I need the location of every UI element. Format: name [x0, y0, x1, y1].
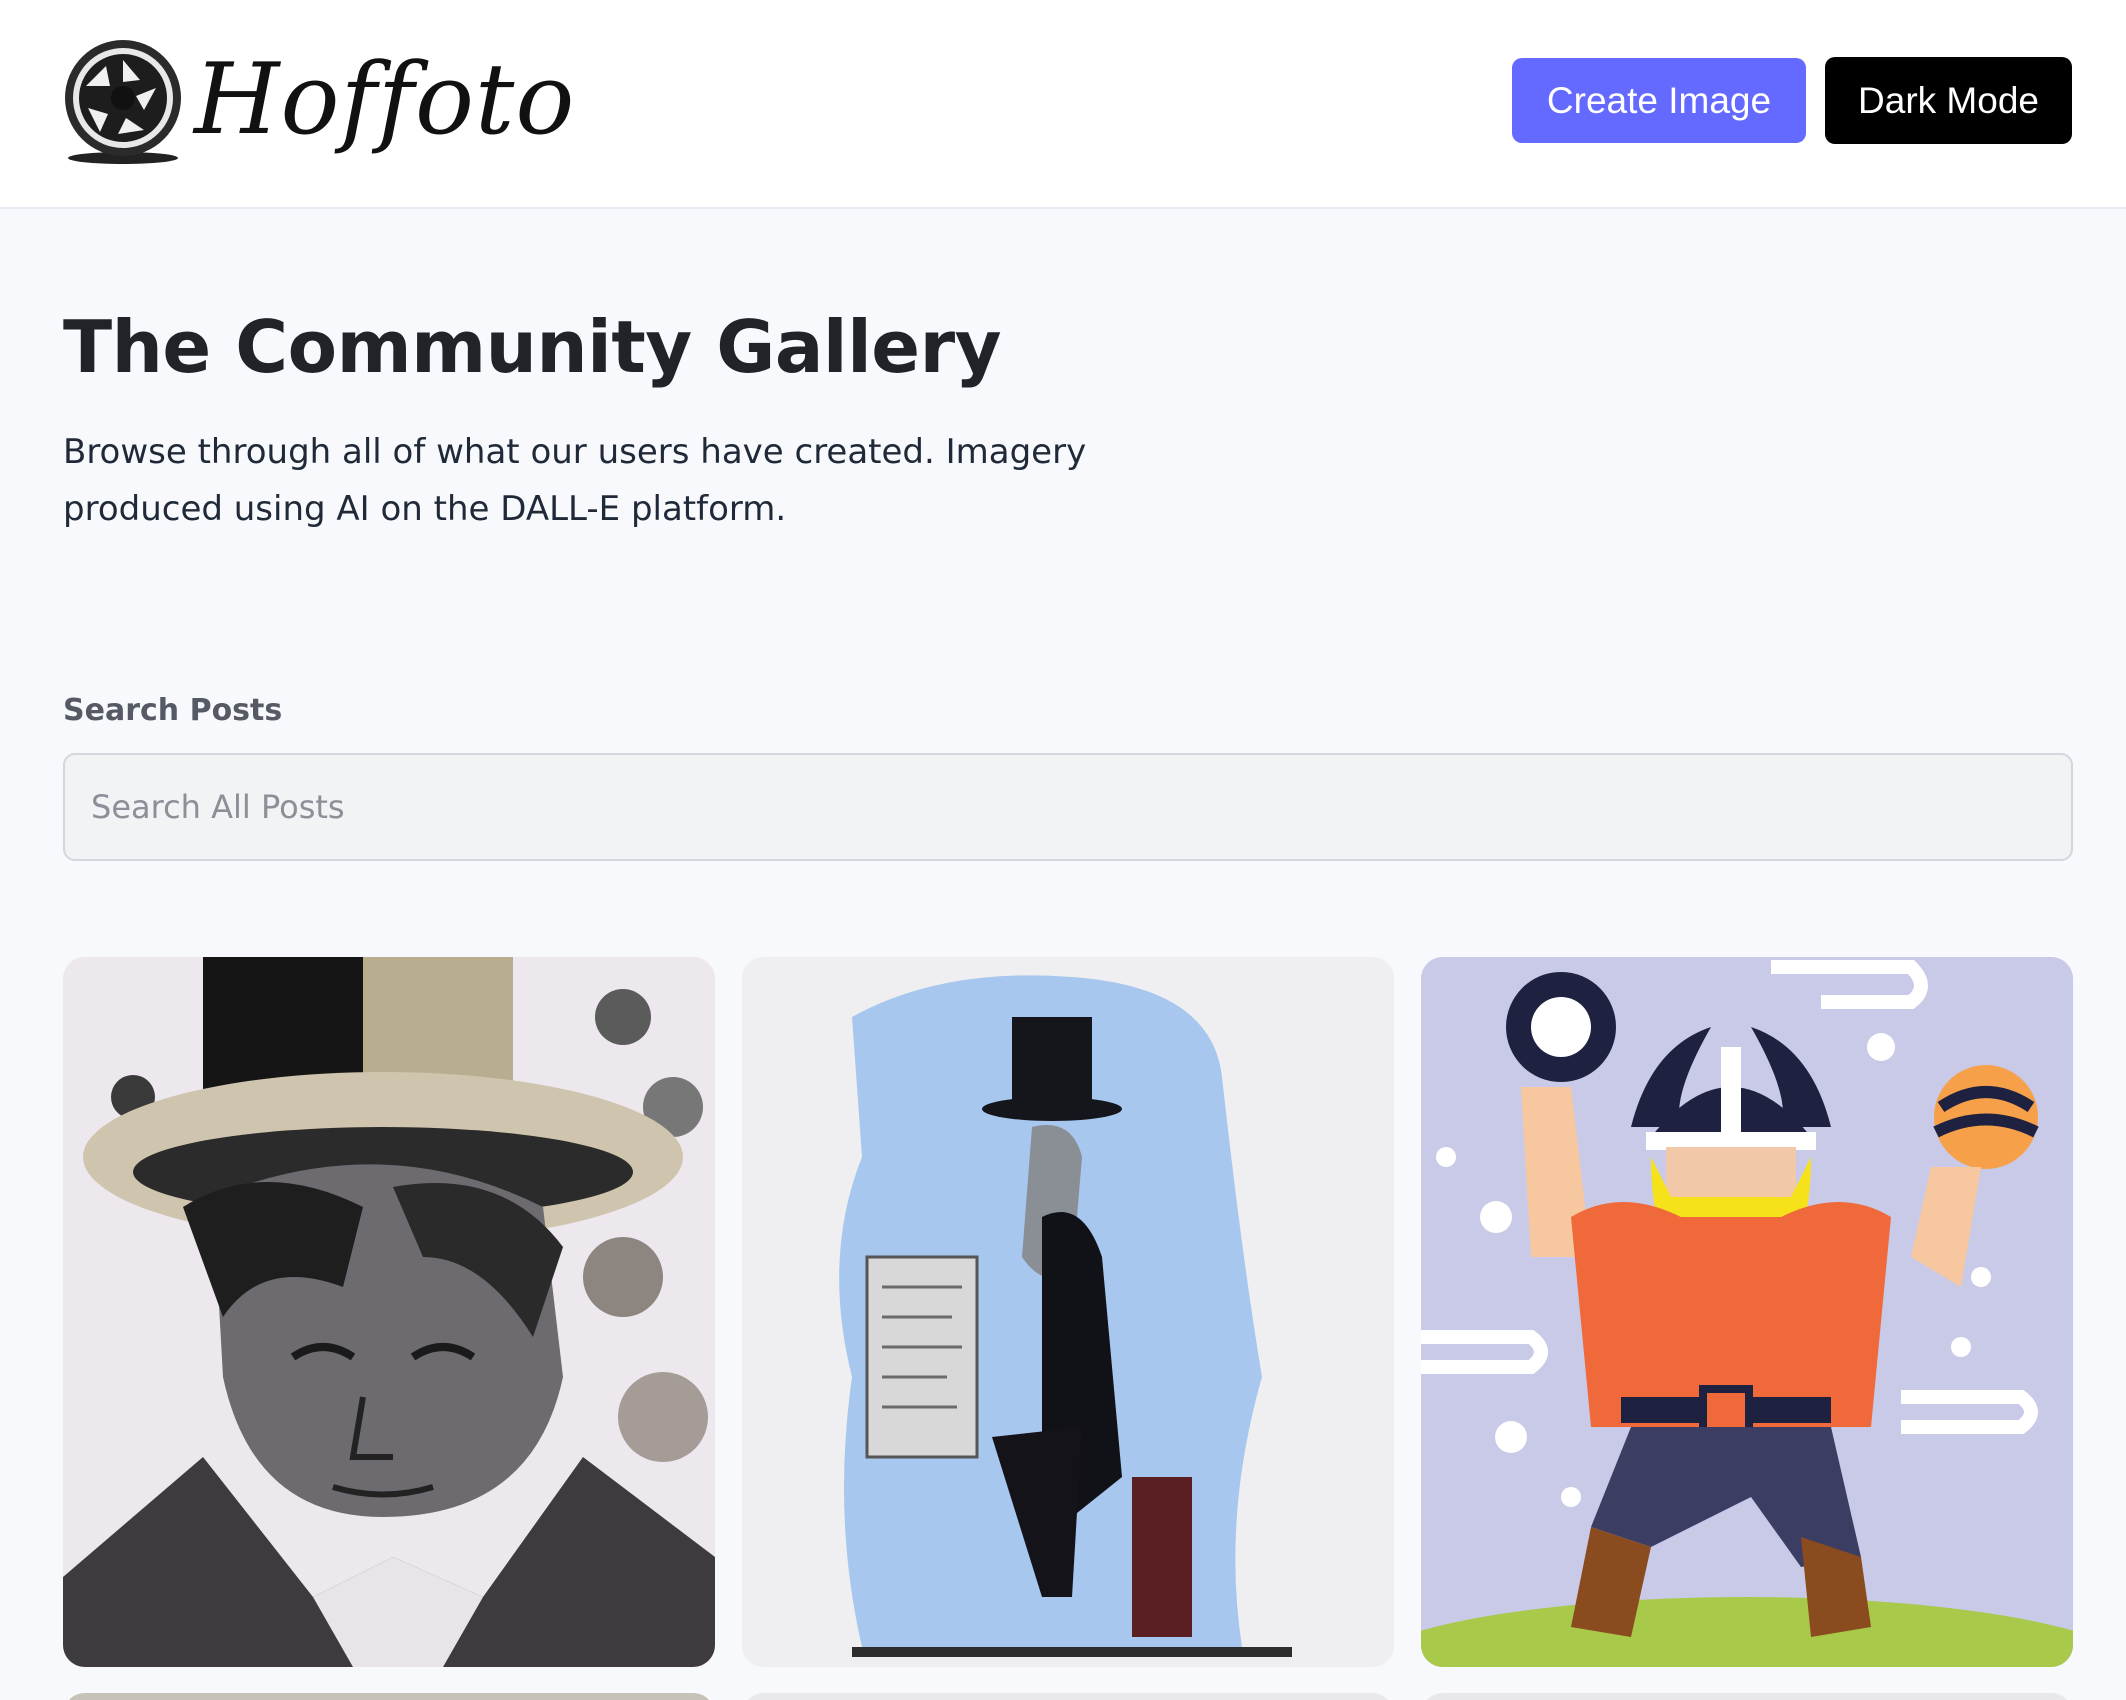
viking-juggler-image	[1421, 957, 2073, 1667]
watercolor-portrait-image	[63, 957, 715, 1667]
gallery-card[interactable]	[63, 1693, 715, 1700]
brand-name: Hoffoto	[194, 43, 576, 157]
brand-logo[interactable]: Hoffoto	[60, 30, 575, 170]
camera-aperture-icon	[65, 40, 181, 164]
search-input[interactable]	[63, 753, 2073, 861]
top-navbar: Hoffoto Create Image Dark Mode	[0, 0, 2126, 209]
create-image-button[interactable]: Create Image	[1512, 58, 1806, 143]
page-title: The Community Gallery	[63, 305, 1002, 389]
top-hat-reader-image	[742, 957, 1394, 1667]
gallery-card[interactable]	[1421, 957, 2073, 1667]
gallery-card[interactable]	[742, 957, 1394, 1667]
page-subtitle: Browse through all of what our users hav…	[63, 432, 1087, 529]
search-label: Search Posts	[63, 693, 283, 728]
gallery-card[interactable]	[1421, 1693, 2073, 1700]
dark-mode-button[interactable]: Dark Mode	[1825, 57, 2072, 144]
gallery-card[interactable]	[63, 957, 715, 1667]
gallery-card[interactable]	[742, 1693, 1394, 1700]
